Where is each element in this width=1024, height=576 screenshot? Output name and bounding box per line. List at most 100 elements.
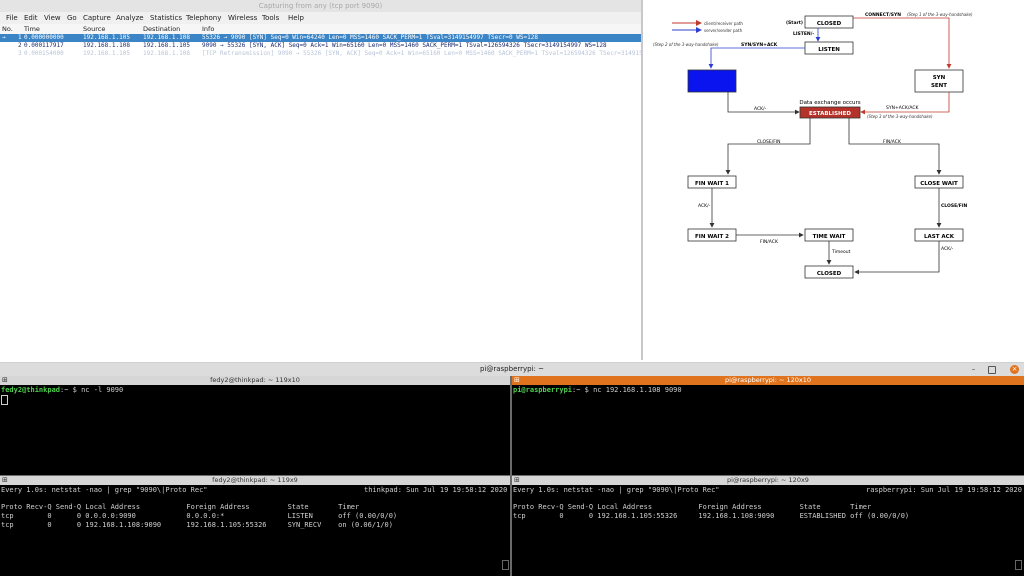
packet-source: 192.168.1.105 bbox=[83, 34, 130, 41]
terminal-window-title: pi@raspberrypi: ~ bbox=[479, 365, 544, 373]
label-step1: (Step 1 of the 3-way-handshake) bbox=[907, 12, 973, 17]
pane-title: fedy2@thinkpad: ~ 119x10 bbox=[210, 376, 300, 384]
pane-header-top-left[interactable]: ⊞ fedy2@thinkpad: ~ 119x10 bbox=[0, 376, 510, 385]
state-listen-label: LISTEN bbox=[818, 47, 840, 53]
packet-destination: 192.168.1.108 bbox=[143, 34, 190, 41]
packet-row[interactable]: 2 0.000117917 192.168.1.108 192.168.1.10… bbox=[0, 42, 641, 50]
netstat-row: tcp 0 0 0.0.0.0:9090 0.0.0.0:* LISTEN of… bbox=[1, 512, 398, 520]
col-no[interactable]: No. bbox=[2, 24, 13, 34]
state-fin-wait-1-label: FIN WAIT 1 bbox=[695, 181, 729, 187]
pane-splitter[interactable] bbox=[510, 376, 512, 576]
state-syn-sent-label-1: SYN bbox=[933, 75, 946, 81]
watch-timestamp: raspberrypi: Sun Jul 19 19:58:12 2020 bbox=[866, 486, 1022, 494]
netstat-header: Proto Recv-Q Send-Q Local Address Foreig… bbox=[1, 503, 360, 511]
col-time[interactable]: Time bbox=[24, 24, 40, 34]
state-time-wait-label: TIME WAIT bbox=[813, 234, 846, 240]
packet-source: 192.168.1.105 bbox=[83, 50, 130, 57]
packet-no: 2 bbox=[18, 42, 22, 49]
legend-server-label: server/sender path bbox=[704, 28, 743, 33]
scrollbar-handle[interactable] bbox=[502, 560, 509, 570]
pane-header-top-right[interactable]: ⊞ pi@raspberrypi: ~ 120x10 bbox=[512, 376, 1024, 385]
packet-no: 3 bbox=[18, 50, 22, 57]
menu-view[interactable]: View bbox=[44, 12, 61, 24]
label-synack-ack: SYN+ACK/ACK bbox=[886, 105, 919, 111]
label-fin-ack: FIN/ACK bbox=[883, 139, 902, 145]
packet-info: [TCP Retransmission] 9090 → 55326 [SYN, … bbox=[202, 50, 683, 57]
label-ack-right: ACK/- bbox=[941, 246, 954, 252]
prompt-line: pi@raspberrypi:~ $ nc 192.168.1.108 9090 bbox=[513, 386, 682, 395]
prompt-user: pi@raspberrypi bbox=[513, 386, 573, 394]
menu-telephony[interactable]: Telephony bbox=[186, 12, 221, 24]
packet-source: 192.168.1.108 bbox=[83, 42, 130, 49]
netstat-row: tcp 0 0 192.168.1.108:9090 192.168.1.105… bbox=[1, 521, 393, 529]
state-syn-sent-label-2: SENT bbox=[931, 83, 947, 89]
menu-tools[interactable]: Tools bbox=[262, 12, 279, 24]
label-step2: (Step 2 of the 3-way-handshake) bbox=[653, 42, 719, 47]
watch-timestamp: thinkpad: Sun Jul 19 19:58:12 2020 bbox=[364, 486, 508, 494]
label-ack: ACK/- bbox=[754, 106, 767, 112]
wireshark-window: Capturing from any (tcp port 9090) File … bbox=[0, 0, 682, 360]
packet-destination: 192.168.1.105 bbox=[143, 42, 190, 49]
menu-wireless[interactable]: Wireless bbox=[228, 12, 257, 24]
pane-title: pi@raspberrypi: ~ 120x9 bbox=[727, 476, 809, 484]
terminal-titlebar: pi@raspberrypi: ~ – × bbox=[0, 362, 1024, 376]
tcp-state-diagram: client/receiver path server/sender path … bbox=[643, 0, 1024, 360]
col-destination[interactable]: Destination bbox=[143, 24, 180, 34]
terminal-icon: ⊞ bbox=[514, 476, 520, 484]
maximize-icon[interactable] bbox=[988, 366, 996, 374]
label-close-fin-left: CLOSE/FIN bbox=[757, 139, 781, 145]
state-syn-received-label: SYN RECEIVED bbox=[692, 79, 733, 85]
packet-time: 0.000117917 bbox=[24, 42, 64, 49]
menu-statistics[interactable]: Statistics bbox=[150, 12, 182, 24]
menu-help[interactable]: Help bbox=[288, 12, 304, 24]
label-connect-syn: CONNECT/SYN bbox=[865, 12, 901, 18]
label-data-exchange: Data exchange occurs bbox=[799, 100, 860, 106]
packet-info: 9090 → 55326 [SYN, ACK] Seq=0 Ack=1 Win=… bbox=[202, 42, 607, 49]
state-close-wait-label: CLOSE WAIT bbox=[920, 181, 958, 187]
label-close-fin-right: CLOSE/FIN bbox=[941, 203, 968, 209]
label-step3: (Step 3 of the 3-way-handshake) bbox=[867, 114, 933, 119]
menu-go[interactable]: Go bbox=[67, 12, 77, 24]
text-cursor bbox=[1, 395, 8, 405]
pane-header-bottom-right[interactable]: ⊞ pi@raspberrypi: ~ 120x9 bbox=[512, 476, 1024, 485]
terminal-icon: ⊞ bbox=[514, 376, 520, 384]
packet-row[interactable]: 3 0.000154000 192.168.1.105 192.168.1.10… bbox=[0, 50, 682, 58]
packet-destination: 192.168.1.108 bbox=[143, 50, 190, 57]
close-icon[interactable]: × bbox=[1010, 365, 1019, 374]
label-syn-synack: SYN/SYN+ACK bbox=[741, 42, 778, 48]
watch-header: Every 1.0s: netstat -nao | grep "9090\|P… bbox=[513, 486, 720, 494]
label-listen: LISTEN/- bbox=[793, 31, 814, 37]
label-fin-ack-bottom: FIN/ACK bbox=[760, 239, 779, 245]
pane-splitter-horizontal[interactable] bbox=[0, 475, 1024, 476]
menu-capture[interactable]: Capture bbox=[83, 12, 111, 24]
pane-header-bottom-left[interactable]: ⊞ fedy2@thinkpad: ~ 119x9 bbox=[0, 476, 510, 485]
menu-analyze[interactable]: Analyze bbox=[116, 12, 144, 24]
legend-client-label: client/receiver path bbox=[704, 21, 743, 26]
arrow-fin-ack bbox=[848, 118, 942, 175]
arrow-syn-synack bbox=[708, 47, 805, 69]
scrollbar-handle[interactable] bbox=[1015, 560, 1022, 570]
prompt-command: :~ $ nc 192.168.1.108 9090 bbox=[572, 386, 682, 394]
state-closed-top-label: CLOSED bbox=[817, 21, 842, 27]
state-established-label: ESTABLISHED bbox=[809, 111, 851, 117]
selected-arrow-icon: → bbox=[2, 34, 6, 41]
menu-edit[interactable]: Edit bbox=[24, 12, 38, 24]
label-ack-mid: ACK/- bbox=[698, 203, 711, 209]
menubar: File Edit View Go Capture Analyze Statis… bbox=[0, 12, 641, 24]
prompt-line: fedy2@thinkpad:~ $ nc -l 9090 bbox=[1, 386, 123, 395]
packet-info: 55326 → 9090 [SYN] Seq=0 Win=64240 Len=0… bbox=[202, 34, 538, 41]
packet-no: 1 bbox=[18, 34, 22, 41]
pane-title: pi@raspberrypi: ~ 120x10 bbox=[724, 376, 812, 384]
arrow-ack-right bbox=[854, 241, 940, 275]
terminal-icon: ⊞ bbox=[2, 476, 8, 484]
wireshark-title: Capturing from any (tcp port 9090) bbox=[0, 0, 641, 12]
netstat-row: tcp 0 0 192.168.1.105:55326 192.168.1.10… bbox=[513, 512, 910, 520]
packet-row[interactable]: → 1 0.000000000 192.168.1.105 192.168.1.… bbox=[0, 34, 641, 42]
menu-file[interactable]: File bbox=[6, 12, 18, 24]
label-timeout: Timeout bbox=[831, 249, 851, 255]
col-source[interactable]: Source bbox=[83, 24, 105, 34]
packet-time: 0.000154000 bbox=[24, 50, 64, 57]
state-last-ack-label: LAST ACK bbox=[924, 234, 955, 240]
col-info[interactable]: Info bbox=[202, 24, 214, 34]
minimize-icon[interactable]: – bbox=[969, 365, 978, 374]
